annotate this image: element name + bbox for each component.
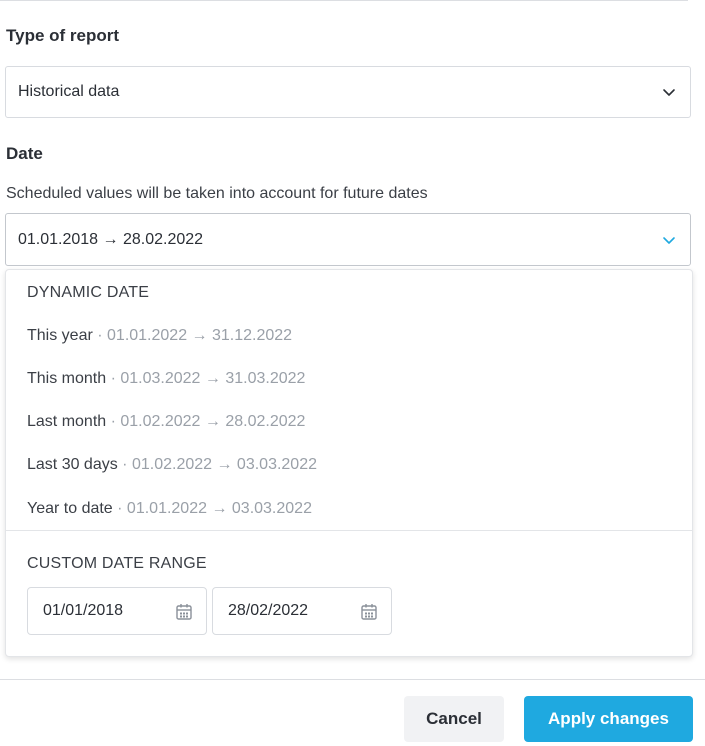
option-this-year[interactable]: This year · 01.01.2022 → 31.12.2022: [27, 327, 292, 345]
footer-divider: [0, 679, 705, 680]
option-range: · 01.02.2022 → 28.02.2022: [106, 413, 306, 430]
option-range: · 01.03.2022 → 31.03.2022: [106, 370, 306, 387]
option-label: Year to date: [27, 500, 113, 517]
option-label: This year: [27, 327, 93, 344]
chevron-down-icon: [663, 236, 675, 244]
option-range: · 01.01.2022 → 03.03.2022: [112, 500, 312, 517]
option-range: · 01.02.2022 → 03.03.2022: [117, 456, 317, 473]
top-divider: [0, 0, 688, 1]
cancel-button[interactable]: Cancel: [404, 696, 504, 742]
option-label: Last 30 days: [27, 456, 118, 473]
apply-changes-button[interactable]: Apply changes: [524, 696, 693, 742]
date-range-select[interactable]: 01.01.2018 → 28.02.2022: [5, 213, 691, 266]
end-date-value: 28/02/2022: [228, 602, 309, 619]
date-label: Date: [6, 144, 43, 163]
custom-range-heading: CUSTOM DATE RANGE: [27, 555, 207, 572]
option-label: This month: [27, 370, 107, 387]
end-date-input[interactable]: 28/02/2022: [212, 587, 392, 635]
option-this-month[interactable]: This month · 01.03.2022 → 31.03.2022: [27, 370, 305, 388]
dynamic-date-heading: DYNAMIC DATE: [27, 284, 150, 301]
dropdown-divider: [6, 530, 692, 531]
chevron-down-icon: [663, 89, 675, 96]
report-type-label: Type of report: [6, 26, 120, 45]
report-type-value: Historical data: [18, 83, 120, 100]
report-type-select[interactable]: Historical data: [5, 66, 691, 118]
start-date-input[interactable]: 01/01/2018: [27, 587, 207, 635]
option-year-to-date[interactable]: Year to date · 01.01.2022 → 03.03.2022: [27, 500, 312, 518]
date-range-value: 01.01.2018 → 28.02.2022: [18, 230, 204, 248]
option-last-30-days[interactable]: Last 30 days · 01.02.2022 → 03.03.2022: [27, 456, 317, 474]
option-label: Last month: [27, 413, 107, 430]
option-last-month[interactable]: Last month · 01.02.2022 → 28.02.2022: [27, 413, 305, 431]
start-date-value: 01/01/2018: [43, 602, 124, 619]
date-dropdown-panel: DYNAMIC DATE This year · 01.01.2022 → 31…: [5, 269, 693, 657]
calendar-icon[interactable]: [176, 603, 192, 620]
date-hint: Scheduled values will be taken into acco…: [6, 185, 428, 202]
option-range: · 01.01.2022 → 31.12.2022: [92, 327, 293, 344]
calendar-icon[interactable]: [361, 603, 377, 620]
